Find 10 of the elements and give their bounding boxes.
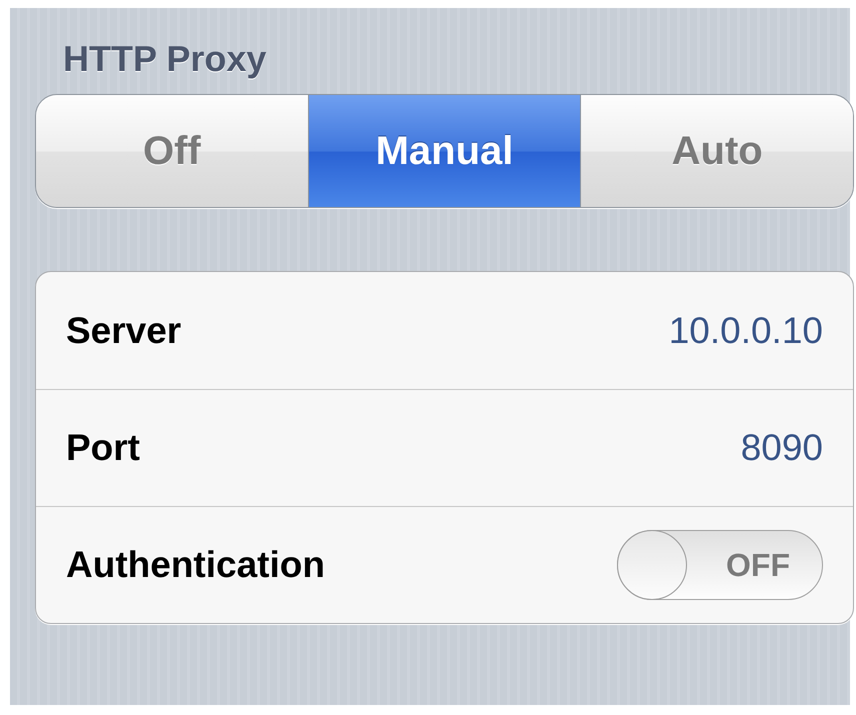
row-label: Authentication	[66, 544, 325, 586]
row-value[interactable]: 10.0.0.10	[668, 310, 823, 352]
toggle-switch[interactable]: OFF	[617, 530, 823, 600]
row-label: Server	[66, 310, 182, 352]
row-value[interactable]: 8090	[740, 427, 823, 469]
segment-tab[interactable]: Auto	[580, 95, 853, 207]
section-title: HTTP Proxy	[63, 38, 266, 80]
segment-tab[interactable]: Manual	[308, 95, 580, 207]
row-label: Port	[66, 427, 140, 469]
segment-tab[interactable]: Off	[36, 95, 308, 207]
